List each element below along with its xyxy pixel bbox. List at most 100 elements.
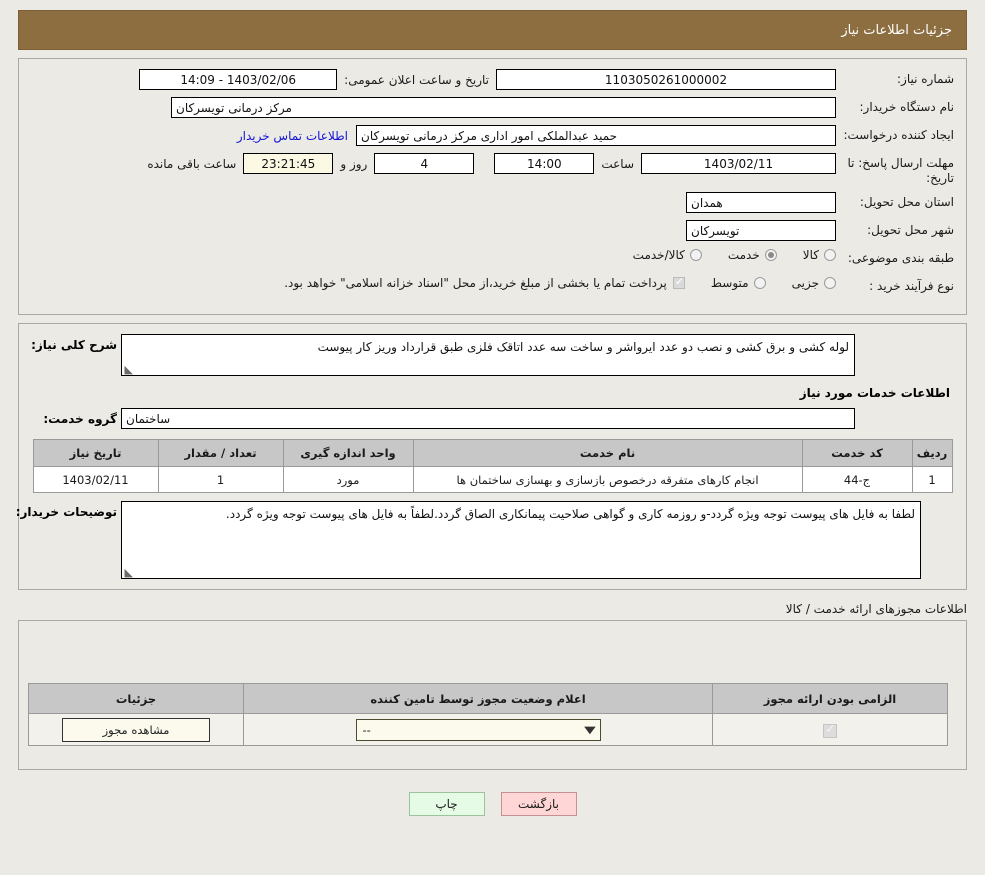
row-deadline: مهلت ارسال پاسخ: تا تاریخ: 1403/02/11 سا… (31, 153, 954, 186)
col-quantity: تعداد / مقدار (157, 439, 284, 467)
need-description-textarea[interactable]: لوله کشی و برق کشی و نصب دو عدد ایرواشر … (121, 334, 855, 376)
table-row: 1 ج-44 انجام کارهای متفرقه درخصوص بازساز… (32, 466, 953, 493)
creator-field[interactable]: حمید عبدالملکی امور اداری مرکز درمانی تو… (356, 125, 836, 146)
col-permit-details: جزئیات (28, 683, 244, 714)
process-option-jozei[interactable]: جزیی (792, 276, 836, 290)
radio-icon[interactable] (753, 277, 766, 289)
cell-name: انجام کارهای متفرقه درخصوص بازسازی و بهس… (412, 466, 803, 493)
province-field[interactable]: همدان (686, 192, 836, 213)
row-service-group: ساختمان گروه خدمت: (31, 408, 954, 429)
permit-status-select[interactable]: ▼ -- (355, 719, 601, 742)
category-option-label: کالا (802, 248, 819, 262)
print-button[interactable]: چاپ (408, 792, 485, 816)
table-header-row: ردیف کد خدمت نام خدمت واحد اندازه گیری ت… (32, 439, 953, 467)
cell-permit-details: مشاهده مجوز (28, 713, 244, 746)
checkbox-icon[interactable] (672, 275, 685, 289)
process-option-label: جزیی (791, 276, 819, 290)
row-city: شهر محل تحویل: تویسرکان (31, 220, 954, 242)
city-label: شهر محل تحویل: (867, 223, 954, 237)
days-label: روز و (340, 156, 368, 171)
resize-grip-icon[interactable]: ◣ (124, 567, 133, 578)
checkbox-checked-icon (823, 722, 837, 738)
col-name: نام خدمت (412, 439, 803, 467)
announce-datetime-field[interactable]: 1403/02/06 - 14:09 (139, 69, 338, 90)
cell-permit-status: ▼ -- (243, 713, 713, 746)
payment-note-text: پرداخت تمام یا بخشی از مبلغ خرید،از محل … (284, 276, 667, 290)
need-description-text: لوله کشی و برق کشی و نصب دو عدد ایرواشر … (317, 340, 849, 354)
buyer-org-field[interactable]: مرکز درمانی تویسرکان (171, 97, 836, 118)
col-permit-status: اعلام وضعیت مجوز توسط تامین کننده (243, 683, 713, 714)
service-group-field[interactable]: ساختمان (121, 408, 855, 429)
permits-panel: الزامی بودن ارائه مجوز اعلام وضعیت مجوز … (18, 620, 967, 770)
announce-label: تاریخ و ساعت اعلان عمومی: (344, 72, 489, 87)
deadline-label: مهلت ارسال پاسخ: تا تاریخ: (847, 156, 954, 185)
row-category: طبقه بندی موضوعی: کالا خدمت کالا/خدمت (31, 248, 954, 270)
radio-icon[interactable] (824, 249, 836, 261)
row-need-number: شماره نیاز: 1103050261000002 تاریخ و ساع… (31, 69, 954, 91)
process-option-label: متوسط (710, 276, 749, 290)
category-option-kala[interactable]: کالا (803, 248, 836, 262)
process-label: نوع فرآیند خرید : (869, 279, 954, 293)
permits-row: ▼ -- مشاهده مجوز (28, 713, 948, 746)
process-radio-group: جزیی متوسط پرداخت تمام یا بخشی از مبلغ خ… (284, 275, 836, 290)
services-table: ردیف کد خدمت نام خدمت واحد اندازه گیری ت… (32, 439, 953, 493)
services-heading: اطلاعات خدمات مورد نیاز (799, 386, 950, 400)
radio-icon[interactable] (824, 277, 836, 289)
process-option-motavaset[interactable]: متوسط (711, 276, 766, 290)
province-label: استان محل تحویل: (859, 195, 954, 209)
deadline-time-field[interactable]: 14:00 (494, 153, 595, 174)
creator-label: ایجاد کننده درخواست: (843, 128, 954, 142)
view-permit-button[interactable]: مشاهده مجوز (62, 717, 210, 742)
deadline-date-field[interactable]: 1403/02/11 (641, 153, 836, 174)
cell-date: 1403/02/11 (32, 466, 159, 493)
page-root: جزئیات اطلاعات نیاز شماره نیاز: 11030502… (0, 10, 985, 816)
cell-quantity: 1 (157, 466, 284, 493)
page-title: جزئیات اطلاعات نیاز (841, 22, 952, 38)
permits-section-title: اطلاعات مجوزهای ارائه خدمت / کالا (785, 602, 967, 616)
buyer-org-label: نام دستگاه خریدار: (859, 100, 955, 114)
hour-label: ساعت (601, 156, 634, 171)
cell-row-no: 1 (911, 466, 953, 493)
buyer-notes-text: لطفا به فایل های پیوست توجه ویژه گردد-و … (225, 507, 915, 521)
row-process-type: نوع فرآیند خرید : جزیی متوسط ✓ پرداخت تم… (31, 275, 954, 298)
remaining-days-field[interactable]: 4 (374, 153, 475, 174)
cell-unit: مورد (282, 466, 414, 493)
buyer-contact-link[interactable]: اطلاعات تماس خریدار (237, 129, 356, 143)
col-unit: واحد اندازه گیری (282, 439, 414, 467)
buyer-notes-textarea[interactable]: لطفا به فایل های پیوست توجه ویژه گردد-و … (121, 501, 921, 579)
col-row-no: ردیف (911, 439, 953, 467)
countdown-field[interactable]: 23:21:45 (243, 153, 334, 174)
cell-permit-required (712, 713, 948, 746)
back-button[interactable]: بازگشت (500, 792, 577, 816)
permit-status-value: -- (362, 723, 371, 738)
row-buyer-notes: لطفا به فایل های پیوست توجه ویژه گردد-و … (15, 501, 954, 579)
category-label: طبقه بندی موضوعی: (847, 251, 954, 265)
page-header: جزئیات اطلاعات نیاز (18, 10, 967, 50)
need-info-panel: شماره نیاز: 1103050261000002 تاریخ و ساع… (18, 58, 967, 315)
category-option-label: کالا/خدمت (632, 248, 685, 262)
permits-table: الزامی بودن ارائه مجوز اعلام وضعیت مجوز … (28, 683, 948, 746)
row-need-description: لوله کشی و برق کشی و نصب دو عدد ایرواشر … (31, 334, 954, 376)
payment-note-item: پرداخت تمام یا بخشی از مبلغ خرید،از محل … (284, 275, 685, 290)
resize-grip-icon[interactable]: ◣ (124, 364, 133, 375)
need-number-label: شماره نیاز: (897, 72, 954, 86)
city-field[interactable]: تویسرکان (686, 220, 836, 241)
radio-icon[interactable] (764, 249, 777, 261)
radio-icon[interactable] (689, 249, 702, 261)
cell-code: ج-44 (801, 466, 913, 493)
permits-header-row: الزامی بودن ارائه مجوز اعلام وضعیت مجوز … (28, 683, 948, 714)
col-permit-required: الزامی بودن ارائه مجوز (712, 683, 948, 714)
need-number-field[interactable]: 1103050261000002 (496, 69, 836, 90)
chevron-down-icon: ▼ (583, 724, 596, 736)
category-option-khedmat[interactable]: خدمت (728, 248, 777, 262)
category-option-kala-khedmat[interactable]: کالا/خدمت (633, 248, 702, 262)
row-creator: ایجاد کننده درخواست: حمید عبدالملکی امور… (31, 125, 954, 147)
need-description-label: شرح کلی نیاز: (31, 338, 117, 352)
col-date: تاریخ نیاز (32, 439, 159, 467)
category-radio-group: کالا خدمت کالا/خدمت (607, 248, 836, 262)
service-group-label: گروه خدمت: (43, 411, 117, 426)
services-panel: لوله کشی و برق کشی و نصب دو عدد ایرواشر … (15, 323, 967, 590)
buyer-notes-label: توضیحات خریدار: (15, 505, 117, 519)
row-buyer-org: نام دستگاه خریدار: مرکز درمانی تویسرکان (31, 97, 954, 119)
remaining-label: ساعت باقی مانده (147, 156, 237, 171)
